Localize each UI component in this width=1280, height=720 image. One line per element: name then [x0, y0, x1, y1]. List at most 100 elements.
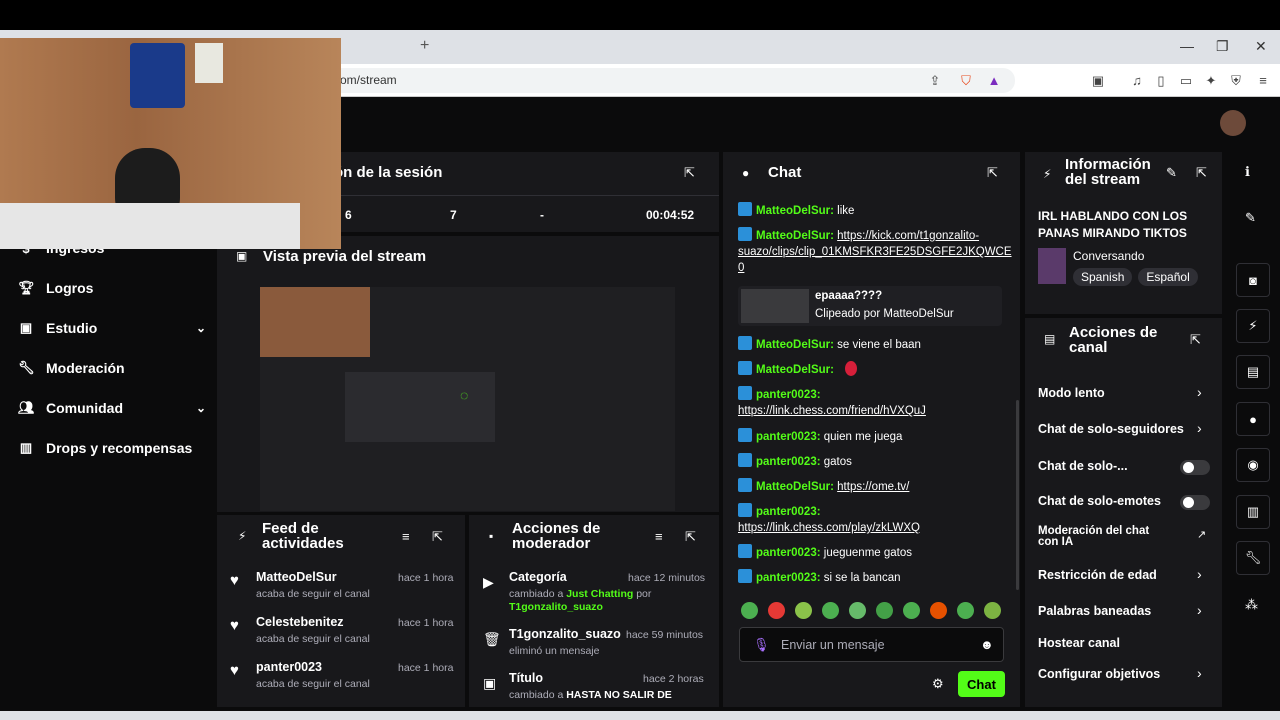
channel-action-item[interactable]: Palabras baneadas [1038, 604, 1151, 618]
broadcast-icon[interactable]: ◉ [1236, 448, 1270, 482]
tag[interactable]: Spanish [1073, 268, 1133, 286]
document-icon[interactable]: ▤ [1236, 355, 1270, 389]
chat-link[interactable]: https://link.chess.com/play/zkLWXQ [738, 522, 920, 534]
brave-shield-icon[interactable]: ⛉ [958, 73, 974, 89]
popout-icon[interactable]: ⇱ [685, 529, 696, 545]
chevron-right-icon[interactable]: › [1197, 566, 1202, 582]
chevron-right-icon[interactable]: › [1197, 665, 1202, 681]
popout-icon[interactable]: ⇱ [987, 165, 998, 181]
taskbar [0, 711, 1280, 720]
chat-message: MatteoDelSur: https://ome.tv/ [738, 478, 1008, 495]
channel-action-item[interactable]: Modo lento [1038, 386, 1105, 400]
stream-preview-video[interactable]: ◌ [260, 287, 675, 511]
channel-action-item[interactable]: Chat de solo-... [1038, 459, 1128, 473]
pencil-icon[interactable]: ✎ [1245, 210, 1256, 226]
external-link-icon[interactable]: ↗ [1197, 528, 1206, 541]
drag-icon[interactable]: ⁂ [1245, 597, 1258, 613]
lightning-icon[interactable]: ⚡︎ [1236, 309, 1270, 343]
sidebar-item-estudio[interactable]: ▣ Estudio ⌄ [18, 320, 208, 336]
toggle-switch[interactable] [1180, 460, 1210, 475]
sidebar-icon[interactable]: ▯ [1153, 73, 1169, 89]
emote-icon[interactable] [930, 602, 947, 619]
popout-icon[interactable]: ⇱ [432, 529, 443, 545]
chat-link[interactable]: https://ome.tv/ [837, 481, 909, 493]
chat-bubble-icon[interactable]: ● [1236, 402, 1270, 436]
maximize-button[interactable]: ❐ [1216, 38, 1229, 55]
popout-icon[interactable]: ⇱ [684, 165, 695, 181]
chevron-right-icon[interactable]: › [1197, 420, 1202, 436]
gear-icon[interactable]: ⚙ [932, 676, 944, 692]
clip-card[interactable]: epaaaa???? Clipeado por MatteoDelSur [738, 286, 1002, 326]
channel-action-item[interactable]: Chat de solo-emotes [1038, 494, 1161, 508]
category-name[interactable]: Conversando [1073, 249, 1144, 263]
sidebar-item-drops[interactable]: ▥ Drops y recompensas [18, 440, 192, 456]
mod-action-user[interactable]: T1gonzalito_suazo [509, 601, 603, 613]
chat-message: MatteoDelSur: https://kick.com/t1gonzali… [738, 227, 1012, 276]
emote-icon[interactable] [822, 602, 839, 619]
chat-scrollbar[interactable] [1016, 400, 1019, 590]
emote-icon[interactable] [876, 602, 893, 619]
trophy-icon: 🏆︎ [18, 280, 35, 295]
wallet-icon[interactable]: ▭ [1178, 73, 1194, 89]
kick-badge-icon [738, 227, 752, 241]
feed-user[interactable]: Celestebenitez [256, 615, 344, 629]
channel-action-item[interactable]: Hostear canal [1038, 636, 1120, 650]
channel-action-item[interactable]: Restricción de edad [1038, 568, 1157, 582]
tag[interactable]: Español [1138, 268, 1198, 286]
chevron-right-icon[interactable]: › [1197, 602, 1202, 618]
vpn-icon[interactable]: ⛨ [1228, 73, 1244, 89]
chat-link[interactable]: 0 [738, 262, 744, 274]
chevron-right-icon[interactable]: › [1197, 384, 1202, 400]
filter-icon[interactable]: ≡ [402, 529, 410, 544]
close-window-button[interactable]: ✕ [1255, 38, 1267, 55]
layout-icon[interactable]: ▥ [1236, 495, 1270, 529]
toggle-switch[interactable] [1180, 495, 1210, 510]
emote-icon[interactable] [741, 602, 758, 619]
share-icon[interactable]: ⇪ [927, 73, 943, 89]
emoji-icon[interactable]: ☻ [980, 637, 994, 652]
sidebar-item-moderacion[interactable]: 🔧︎ Moderación [18, 360, 125, 376]
category-thumbnail[interactable] [1038, 248, 1066, 284]
filter-icon[interactable]: ≡ [655, 529, 663, 544]
popout-icon[interactable]: ⇱ [1196, 165, 1207, 181]
channel-action-item[interactable]: Moderación del chat con IA [1038, 525, 1163, 548]
chat-message: panter0023: gatos [738, 453, 1008, 470]
feed-time: hace 1 hora [398, 617, 454, 629]
menu-icon[interactable]: ≡ [1255, 73, 1271, 88]
address-bar[interactable] [330, 68, 1015, 93]
emote-icon[interactable] [795, 602, 812, 619]
channel-action-item[interactable]: Chat de solo-seguidores [1038, 422, 1184, 436]
avatar[interactable] [1220, 110, 1246, 136]
chat-input[interactable]: 🎙︎ Enviar un mensaje ☻ [739, 627, 1004, 662]
channel-action-item[interactable]: Configurar objetivos [1038, 667, 1160, 681]
chat-link[interactable]: https://link.chess.com/friend/hVXQuJ [738, 405, 926, 417]
emote-icon[interactable] [768, 602, 785, 619]
stream-title: IRL HABLANDO CON LOS PANAS MIRANDO TIKTOS [1038, 209, 1188, 240]
emote-icon[interactable] [957, 602, 974, 619]
stat-value: 6 [345, 208, 352, 222]
emote-icon[interactable] [849, 602, 866, 619]
feed-user[interactable]: MatteoDelSur [256, 570, 337, 584]
preview-webcam-image [260, 287, 370, 357]
wrench-icon[interactable]: 🔧︎ [1236, 541, 1270, 575]
music-icon[interactable]: ♫ [1129, 73, 1145, 88]
minimize-button[interactable]: — [1180, 38, 1194, 54]
chat-link[interactable]: https://kick.com/t1gonzalito- [837, 230, 979, 242]
leo-icon[interactable]: ✦ [1203, 73, 1219, 89]
emote-icon[interactable] [903, 602, 920, 619]
new-tab-button[interactable]: + [420, 37, 429, 55]
sidebar-item-logros[interactable]: 🏆︎ Logros [18, 280, 93, 296]
reader-icon[interactable]: ▣ [1090, 73, 1106, 89]
feed-user[interactable]: panter0023 [256, 660, 322, 674]
camera-icon[interactable]: ◙ [1236, 263, 1270, 297]
sidebar-item-comunidad[interactable]: 👥︎ Comunidad ⌄ [18, 400, 208, 416]
emote-icon[interactable] [984, 602, 1001, 619]
edit-icon[interactable]: ✎ [1166, 165, 1177, 181]
send-chat-button[interactable]: Chat [958, 671, 1005, 697]
mic-icon[interactable]: 🎙︎ [753, 637, 770, 653]
rewards-icon[interactable]: ▲ [986, 73, 1002, 88]
chat-link[interactable]: suazo/clips/clip_01KMSFKR3FE25DSGFE2JKQW… [738, 246, 1012, 258]
popout-icon[interactable]: ⇱ [1190, 332, 1201, 348]
info-icon[interactable]: ℹ [1245, 164, 1250, 180]
os-top-bar [0, 0, 1280, 30]
